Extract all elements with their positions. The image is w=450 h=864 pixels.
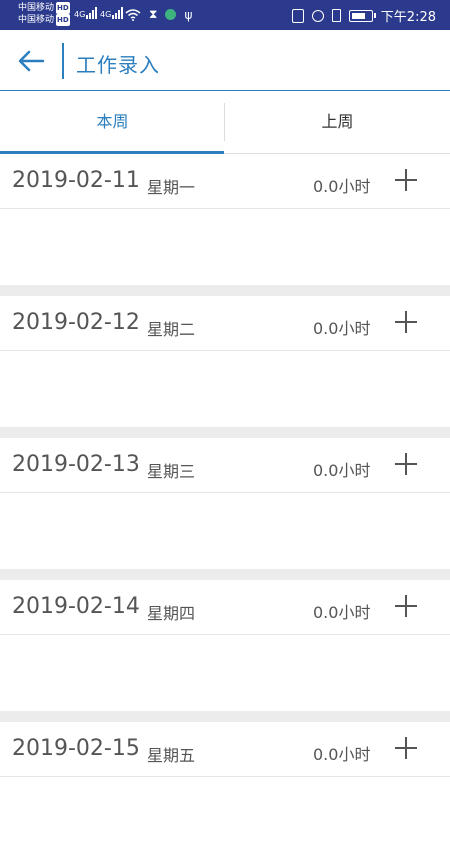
- tab-last-week[interactable]: 上周: [225, 91, 450, 153]
- app-header: 工作录入: [0, 30, 450, 91]
- day-item: 2019-02-14 星期四 0.0小时: [0, 580, 450, 722]
- signal-icon: 4G: [74, 7, 98, 19]
- day-header: 2019-02-12 星期二 0.0小时: [0, 296, 450, 351]
- day-weekday: 星期四: [147, 604, 196, 623]
- hd-badge: HD: [56, 14, 70, 26]
- day-header: 2019-02-13 星期三 0.0小时: [0, 438, 450, 493]
- add-entry-icon[interactable]: [395, 737, 417, 759]
- day-list: 2019-02-11 星期一 0.0小时 2019-02-12 星期二 0.0小…: [0, 154, 450, 864]
- network-type: 4G: [74, 10, 86, 19]
- day-entries: [0, 635, 450, 711]
- app-icon: [165, 9, 177, 20]
- carrier-info: 中国移动 HD 中国移动 HD: [18, 2, 70, 26]
- day-item: 2019-02-15 星期五 0.0小时: [0, 722, 450, 864]
- day-header: 2019-02-15 星期五 0.0小时: [0, 722, 450, 777]
- day-date: 2019-02-11: [12, 168, 140, 193]
- day-item: 2019-02-13 星期三 0.0小时: [0, 438, 450, 580]
- day-weekday: 星期五: [147, 746, 196, 765]
- day-separator: [0, 711, 450, 722]
- hd-badge: HD: [56, 2, 70, 14]
- header-divider: [62, 43, 64, 79]
- vibrate-icon: [331, 9, 341, 22]
- day-hours: 0.0小时: [313, 603, 371, 622]
- add-entry-icon[interactable]: [395, 169, 417, 191]
- day-entries: [0, 209, 450, 285]
- day-separator: [0, 569, 450, 580]
- status-bar: 中国移动 HD 中国移动 HD 4G 4G ⧗ ψ 下午2:28: [0, 0, 450, 30]
- status-icons: ⧗ ψ: [125, 7, 192, 22]
- day-weekday: 星期二: [147, 320, 196, 339]
- day-separator: [0, 427, 450, 438]
- day-date: 2019-02-15: [12, 736, 140, 761]
- day-item: 2019-02-11 星期一 0.0小时: [0, 154, 450, 296]
- day-entries: [0, 351, 450, 427]
- day-entries: [0, 493, 450, 569]
- day-hours: 0.0小时: [313, 745, 371, 764]
- day-weekday: 星期三: [147, 462, 196, 481]
- day-item: 2019-02-12 星期二 0.0小时: [0, 296, 450, 438]
- nfc-icon: [291, 8, 304, 23]
- week-tabs: 本周 上周: [0, 91, 450, 154]
- add-entry-icon[interactable]: [395, 311, 417, 333]
- add-entry-icon[interactable]: [395, 453, 417, 475]
- day-hours: 0.0小时: [313, 319, 371, 338]
- usb-icon: ψ: [184, 7, 193, 22]
- tab-this-week[interactable]: 本周: [0, 91, 225, 153]
- page-title: 工作录入: [76, 53, 160, 77]
- add-entry-icon[interactable]: [395, 595, 417, 617]
- back-arrow-icon[interactable]: [16, 46, 46, 76]
- alarm-icon: [311, 9, 324, 22]
- battery-icon: [348, 9, 376, 22]
- status-right: 下午2:28: [291, 6, 436, 25]
- day-separator: [0, 285, 450, 296]
- signal-icon: 4G: [100, 7, 124, 19]
- day-hours: 0.0小时: [313, 461, 371, 480]
- carrier-1: 中国移动: [18, 3, 55, 13]
- day-header: 2019-02-11 星期一 0.0小时: [0, 154, 450, 209]
- hourglass-icon: ⧗: [149, 7, 158, 21]
- day-date: 2019-02-14: [12, 594, 140, 619]
- status-time: 下午2:28: [380, 10, 436, 25]
- network-type: 4G: [100, 10, 112, 19]
- day-weekday: 星期一: [147, 178, 196, 197]
- day-header: 2019-02-14 星期四 0.0小时: [0, 580, 450, 635]
- day-hours: 0.0小时: [313, 177, 371, 196]
- day-date: 2019-02-12: [12, 310, 140, 335]
- wifi-icon: [125, 8, 141, 21]
- day-date: 2019-02-13: [12, 452, 140, 477]
- day-entries: [0, 777, 450, 853]
- carrier-2: 中国移动: [18, 15, 55, 25]
